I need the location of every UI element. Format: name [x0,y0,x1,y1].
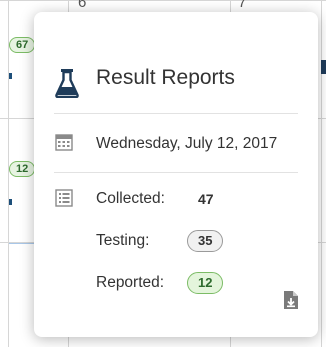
flask-icon [55,68,79,99]
calendar-day-number: 7 [238,0,247,11]
reported-label: Reported: [96,274,165,291]
calendar-day-number: 6 [78,0,87,11]
calendar-grid-line [0,0,326,1]
calendar-icon [55,133,73,156]
popover-title: Result Reports [96,66,235,89]
list-icon [55,189,73,212]
calendar-marker [321,60,326,74]
testing-label: Testing: [96,232,150,249]
calendar-grid-line [321,0,322,347]
reported-count-badge[interactable]: 12 [187,272,224,294]
calendar-marker [9,73,12,79]
calendar-count-badge[interactable]: 12 [9,161,36,177]
divider [54,172,298,173]
calendar-count-badge[interactable]: 67 [9,37,36,53]
collected-count: 47 [198,191,214,207]
testing-count-badge[interactable]: 35 [187,230,224,252]
result-reports-popover: Result Reports Wednesday, July 12, 2017 … [34,12,318,337]
calendar-marker [9,199,12,205]
calendar-grid-line [8,0,9,347]
divider [54,113,298,114]
collected-label: Collected: [96,190,165,207]
report-date: Wednesday, July 12, 2017 [96,135,278,152]
export-download-icon[interactable] [283,290,299,315]
